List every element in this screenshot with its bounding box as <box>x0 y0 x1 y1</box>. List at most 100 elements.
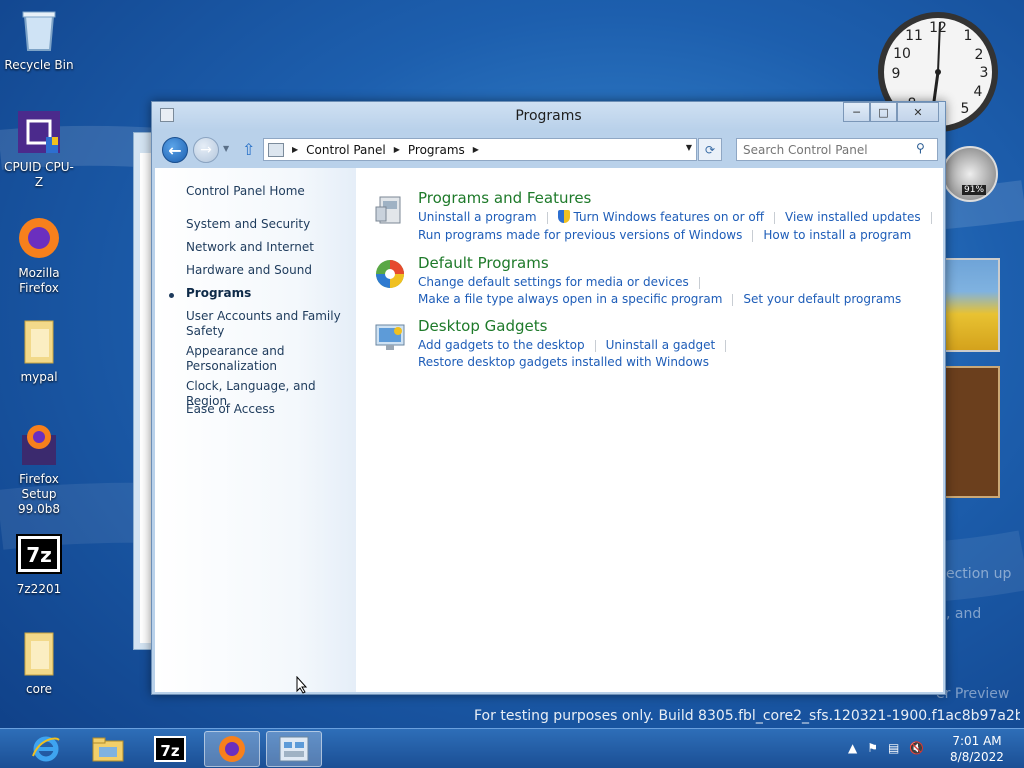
sidebar-item-ease-of-access[interactable]: Ease of Access <box>186 402 351 417</box>
recycle-bin-icon <box>15 6 63 54</box>
firefox-icon <box>219 736 245 762</box>
svg-text:2: 2 <box>975 47 984 63</box>
back-button[interactable]: ← <box>162 137 188 163</box>
maximize-button[interactable]: □ <box>870 102 897 122</box>
add-gadgets-link[interactable]: Add gadgets to the desktop <box>418 338 585 352</box>
section-links: Uninstall a program Turn Windows features… <box>418 210 942 224</box>
uninstall-gadget-link[interactable]: Uninstall a gadget <box>606 338 716 352</box>
svg-text:4: 4 <box>974 84 983 100</box>
installer-icon <box>15 420 63 468</box>
sidebar-item-programs[interactable]: Programs <box>186 286 351 301</box>
desktop-icon-label: 7z2201 <box>16 582 62 596</box>
svg-text:9: 9 <box>892 66 901 82</box>
minimize-button[interactable]: ─ <box>843 102 870 122</box>
desktop-icon-label: Firefox Setup 99.0b8 <box>18 472 60 516</box>
desktop-icon-firefox-setup[interactable]: Firefox Setup 99.0b8 <box>1 420 77 517</box>
sidebar-item-user-accounts[interactable]: User Accounts and Family Safety <box>186 309 351 339</box>
show-hidden-icons-icon[interactable]: ▲ <box>848 741 857 755</box>
taskbar-internet-explorer[interactable] <box>18 731 74 767</box>
sidebar-item-hardware[interactable]: Hardware and Sound <box>186 263 351 278</box>
section-title[interactable]: Programs and Features <box>418 189 591 207</box>
file-type-link[interactable]: Make a file type always open in a specif… <box>418 292 722 306</box>
section-title[interactable]: Desktop Gadgets <box>418 317 547 335</box>
restore-gadgets-link[interactable]: Restore desktop gadgets installed with W… <box>418 355 709 369</box>
svg-text:3: 3 <box>980 65 989 81</box>
svg-text:10: 10 <box>893 46 911 62</box>
refresh-button[interactable]: ⟳ <box>698 138 722 161</box>
taskbar-file-explorer[interactable] <box>80 731 136 767</box>
breadcrumb-programs[interactable]: Programs <box>408 143 465 157</box>
cpuz-icon <box>15 108 63 156</box>
view-updates-link[interactable]: View installed updates <box>785 210 921 224</box>
section-links: Restore desktop gadgets installed with W… <box>418 355 717 369</box>
sidebar-item-home[interactable]: Control Panel Home <box>186 184 351 199</box>
tray-clock[interactable]: 7:01 AM 8/8/2022 <box>950 733 1004 765</box>
set-default-programs-link[interactable]: Set your default programs <box>743 292 901 306</box>
section-links: Change default settings for media or dev… <box>418 275 710 289</box>
taskbar-firefox[interactable] <box>204 731 260 767</box>
tray-date: 8/8/2022 <box>950 750 1004 764</box>
desktop-icon-7z2201[interactable]: 7z 7z2201 <box>1 530 77 597</box>
picture-puzzle-gadget[interactable] <box>942 366 1000 498</box>
sidebar-item-system-security[interactable]: System and Security <box>186 217 351 232</box>
sidebar-item-network[interactable]: Network and Internet <box>186 240 351 255</box>
programs-features-icon <box>375 196 401 224</box>
current-item-bullet <box>169 293 174 298</box>
address-bar[interactable]: ▶ Control Panel ▶ Programs ▶ ▼ <box>263 138 697 161</box>
section-links: Add gadgets to the desktop Uninstall a ga… <box>418 338 736 352</box>
build-watermark: For testing purposes only. Build 8305.fb… <box>474 708 1020 724</box>
desktop-icon-label: Recycle Bin <box>4 58 74 72</box>
sidebar-item-appearance[interactable]: Appearance and Personalization <box>186 344 351 374</box>
desktop-icon-firefox[interactable]: Mozilla Firefox <box>1 214 77 296</box>
breadcrumb-control-panel[interactable]: Control Panel <box>306 143 386 157</box>
firefox-icon <box>15 214 63 262</box>
media-defaults-link[interactable]: Change default settings for media or dev… <box>418 275 689 289</box>
svg-text:5: 5 <box>961 101 970 117</box>
folder-icon <box>92 737 124 762</box>
search-icon[interactable]: ⚲ <box>916 141 925 155</box>
network-icon[interactable]: ▤ <box>888 741 899 755</box>
volume-muted-icon[interactable]: 🔇 <box>909 741 924 755</box>
chevron-right-icon[interactable]: ▶ <box>473 145 479 154</box>
forward-button[interactable]: → <box>193 137 219 163</box>
programs-window: Programs ─ □ ✕ ← → ▼ ⇧ ▶ Control Panel ▶… <box>151 101 946 695</box>
mouse-cursor <box>296 676 308 694</box>
uninstall-program-link[interactable]: Uninstall a program <box>418 210 537 224</box>
chevron-right-icon[interactable]: ▶ <box>292 145 298 154</box>
how-to-install-link[interactable]: How to install a program <box>763 228 911 242</box>
7zip-icon: 7z <box>154 736 186 762</box>
window-title: Programs <box>515 108 582 124</box>
compatibility-link[interactable]: Run programs made for previous versions … <box>418 228 742 242</box>
desktop-icon-label: mypal <box>20 370 58 384</box>
default-programs-icon <box>376 260 404 288</box>
taskbar-7zip[interactable]: 7z <box>142 731 198 767</box>
divider <box>546 211 548 224</box>
section-title[interactable]: Default Programs <box>418 254 549 272</box>
desktop-icon-recycle-bin[interactable]: Recycle Bin <box>1 6 77 73</box>
slideshow-gadget[interactable] <box>942 258 1000 352</box>
navigation-bar: ← → ▼ ⇧ ▶ Control Panel ▶ Programs ▶ ▼ ⟳… <box>152 132 945 166</box>
desktop-gadgets-icon <box>375 324 405 350</box>
desktop-icon-label: CPUID CPU-Z <box>4 160 74 189</box>
desktop-icon-cpuz[interactable]: CPUID CPU-Z <box>1 108 77 190</box>
desktop-icon-core[interactable]: core <box>1 630 77 697</box>
chevron-right-icon[interactable]: ▶ <box>394 145 400 154</box>
7zip-icon: 7z <box>15 530 63 578</box>
address-dropdown-icon[interactable]: ▼ <box>686 143 692 152</box>
divider <box>698 276 700 289</box>
cpu-meter-value: 91% <box>962 185 987 195</box>
desktop-icon-mypal[interactable]: mypal <box>1 318 77 385</box>
close-button[interactable]: ✕ <box>897 102 939 122</box>
title-bar[interactable]: Programs ─ □ ✕ <box>152 102 945 130</box>
svg-text:7z: 7z <box>160 742 179 760</box>
taskbar-control-panel[interactable] <box>266 731 322 767</box>
up-icon[interactable]: ⇧ <box>242 140 255 159</box>
search-input[interactable] <box>736 138 938 161</box>
desktop-icon-label: Mozilla Firefox <box>18 266 60 295</box>
internet-explorer-icon <box>32 736 60 762</box>
windows-features-link[interactable]: Turn Windows features on or off <box>574 210 765 224</box>
recent-pages-dropdown[interactable]: ▼ <box>223 144 229 153</box>
divider <box>930 211 932 224</box>
action-center-flag-icon[interactable]: ⚑ <box>867 741 878 755</box>
taskbar: 7z ▲ ⚑ ▤ 🔇 7:01 AM 8/8/2022 <box>0 728 1024 768</box>
